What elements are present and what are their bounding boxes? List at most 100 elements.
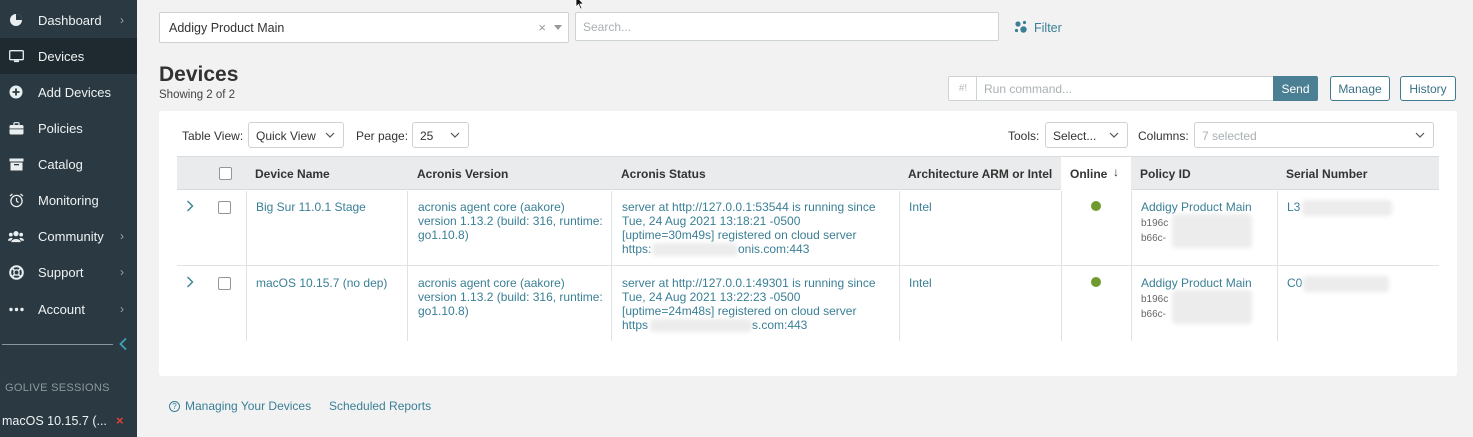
sidebar-item-devices[interactable]: Devices [0,38,137,74]
row-checkbox[interactable] [218,201,231,214]
acronis-status-line: Tue, 24 Aug 2021 13:22:23 -0500 [622,290,801,304]
chevron-down-icon [1109,129,1119,143]
sidebar-item-label: Add Devices [38,85,111,100]
plus-circle-icon [8,84,24,100]
acronis-version-line: go1.10.8) [418,228,469,242]
command-prefix: #! [948,76,977,101]
sidebar-item-account[interactable]: Account › [0,291,137,327]
acronis-version-line: acronis agent core (aakore) [418,276,565,290]
acronis-version-line: version 1.13.2 (build: 316, runtime: [418,290,603,304]
sidebar-item-label: Community [38,229,104,244]
column-divider [899,191,900,341]
sidebar-item-monitoring[interactable]: Monitoring [0,182,137,218]
managing-devices-label: Managing Your Devices [185,399,312,413]
per-page-select[interactable]: 25 [412,122,469,148]
sidebar-item-catalog[interactable]: Catalog [0,146,137,182]
policy-select[interactable]: Addigy Product Main × [159,12,569,43]
online-status-icon [1091,277,1101,287]
expand-row-icon[interactable] [186,199,194,215]
redacted-text [1172,290,1252,324]
filter-label: Filter [1034,21,1062,35]
column-header-serial-number[interactable]: Serial Number [1286,167,1367,181]
caret-down-icon[interactable] [554,25,562,30]
acronis-status-url-start: https: [622,242,652,256]
expand-row-icon[interactable] [186,275,194,291]
table-view-select[interactable]: Quick View [248,122,344,148]
filter-button[interactable]: Filter [1014,20,1062,36]
architecture-value: Intel [909,276,932,290]
column-header-online[interactable]: Online [1070,167,1107,181]
table-view-value: Quick View [256,129,316,143]
column-header-architecture[interactable]: Architecture ARM or Intel [908,167,1052,181]
history-button[interactable]: History [1400,76,1456,101]
golive-sessions-heading: GOLIVE SESSIONS [5,382,110,394]
sidebar-divider [2,344,113,345]
tools-select[interactable]: Select... [1045,122,1128,148]
columns-label: Columns: [1138,129,1189,143]
sidebar-item-label: Dashboard [38,13,102,28]
sidebar-item-add-devices[interactable]: Add Devices [0,74,137,110]
policy-name-link[interactable]: Addigy Product Main [1141,276,1252,290]
close-session-icon[interactable]: × [116,413,124,428]
sidebar-item-community[interactable]: Community › [0,218,137,254]
filter-icon [1014,20,1028,37]
send-button[interactable]: Send [1273,76,1318,101]
column-divider [611,191,612,341]
device-count: Showing 2 of 2 [159,89,236,101]
sidebar-item-label: Support [38,265,84,280]
redacted-text [1172,214,1252,248]
serial-number-link[interactable]: L3 [1287,200,1300,214]
scheduled-reports-link[interactable]: Scheduled Reports [329,399,431,413]
sidebar-item-support[interactable]: Support › [0,254,137,290]
clear-icon[interactable]: × [538,20,546,35]
table-header: Device Name Acronis Version Acronis Stat… [177,156,1439,190]
chevron-right-icon: › [120,13,124,27]
chevron-right-icon: › [120,229,124,243]
redacted-text [652,243,738,256]
column-header-device-name[interactable]: Device Name [255,167,330,181]
column-divider [246,191,247,341]
monitor-icon [8,48,24,64]
policy-id-line: b66c- [1141,309,1167,320]
policy-name-link[interactable]: Addigy Product Main [1141,200,1252,214]
help-icon: ? [169,400,180,412]
sidebar-item-label: Account [38,302,85,317]
search-input[interactable] [575,12,999,41]
column-header-acronis-status[interactable]: Acronis Status [621,167,706,181]
managing-devices-link[interactable]: ? Managing Your Devices [169,399,311,413]
redacted-text [650,319,752,332]
acronis-status-line: Tue, 24 Aug 2021 13:18:21 -0500 [622,214,801,228]
manage-button[interactable]: Manage [1330,76,1390,101]
sidebar-item-dashboard[interactable]: Dashboard › [0,2,137,38]
run-command-input[interactable] [976,76,1274,101]
golive-session-item[interactable]: macOS 10.15.7 (... [2,414,107,428]
collapse-sidebar-icon[interactable] [118,337,130,351]
briefcase-icon [8,120,24,136]
sidebar-item-label: Catalog [38,157,83,172]
chevron-down-icon [325,129,335,143]
columns-select[interactable]: 7 selected [1194,122,1434,148]
chevron-right-icon: › [120,302,124,316]
tools-value: Select... [1053,129,1097,143]
policy-id-line: b196c [1141,294,1169,305]
architecture-value: Intel [909,200,932,214]
sidebar-item-policies[interactable]: Policies [0,110,137,146]
serial-number-link[interactable]: C0 [1287,276,1302,290]
column-divider [1277,191,1278,341]
catalog-icon [8,156,24,172]
sort-desc-icon[interactable]: ↓ [1113,165,1119,179]
per-page-value: 25 [420,129,434,143]
dashboard-icon [8,12,24,28]
row-checkbox[interactable] [218,277,231,290]
redacted-text [1302,200,1392,216]
column-header-policy-id[interactable]: Policy ID [1140,167,1191,181]
device-name-link[interactable]: macOS 10.15.7 (no dep) [256,276,387,290]
columns-value: 7 selected [1202,129,1257,143]
device-name-link[interactable]: Big Sur 11.0.1 Stage [256,200,366,214]
sidebar: Dashboard › Devices Add Devices Policies… [0,0,137,437]
select-all-checkbox[interactable] [219,167,232,180]
acronis-status-line: [uptime=30m49s] registered on cloud serv… [622,228,857,242]
page-title: Devices [159,63,239,86]
lifebuoy-icon [8,264,24,280]
column-header-acronis-version[interactable]: Acronis Version [417,167,508,181]
